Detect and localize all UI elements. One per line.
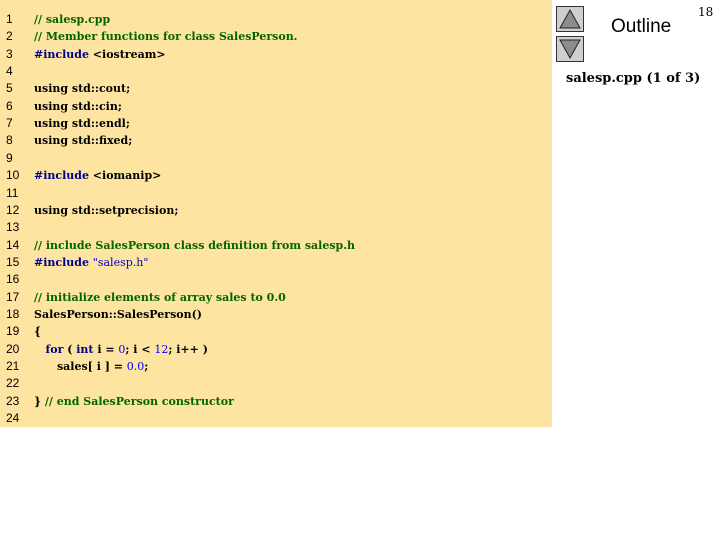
code-token: // Member functions for class SalesPerso… <box>34 30 298 44</box>
line-number: 14 <box>6 237 20 252</box>
code-token: i = <box>93 342 119 356</box>
code-token: #include <box>34 169 93 183</box>
line-number: 4 <box>6 64 13 79</box>
code-listing-panel: 1 // salesp.cpp 2 // Member functions for c… <box>0 0 552 427</box>
code-text: using std::cout; <box>34 80 130 97</box>
outline-next-button[interactable] <box>556 36 584 62</box>
code-text: // initialize elements of array sales to… <box>34 289 286 306</box>
code-token: ( <box>63 342 77 356</box>
code-token: 12 <box>154 342 169 356</box>
code-token: using std::cin; <box>34 99 122 113</box>
code-token: #include <box>34 47 93 61</box>
line-number: 24 <box>6 411 20 426</box>
code-token: using std::fixed; <box>34 134 133 148</box>
code-text: sales[ i ] = 0.0; <box>34 358 148 375</box>
code-token: sales[ i ] = <box>34 360 127 373</box>
code-token: <iomanip> <box>92 169 162 183</box>
line-number: 11 <box>6 185 19 200</box>
line-number: 1 <box>6 12 13 26</box>
outline-prev-button[interactable] <box>556 6 584 32</box>
code-token: using std::cout; <box>34 82 131 96</box>
outline-subtitle: salesp.cpp (1 of 3) <box>566 71 701 86</box>
line-number: 5 <box>6 81 13 96</box>
code-token: #include <box>34 255 93 269</box>
line-number: 2 <box>6 29 13 44</box>
code-text: #include <iostream> <box>34 46 166 63</box>
code-token: using std::endl; <box>34 117 130 131</box>
code-token: 0.0 <box>126 360 145 373</box>
code-text: #include <iomanip> <box>34 167 161 184</box>
code-token: { <box>34 325 42 339</box>
line-number: 21 <box>6 359 20 373</box>
code-token: SalesPerson::SalesPerson() <box>34 307 203 321</box>
slide-number: 18 <box>698 5 714 19</box>
code-text: #include "salesp.h" <box>34 254 148 271</box>
code-text: using std::fixed; <box>34 132 132 149</box>
code-token: int <box>76 342 94 356</box>
outline-title: Outline <box>611 16 672 37</box>
code-token: using std::setprecision; <box>34 203 179 217</box>
line-number: 22 <box>6 376 20 391</box>
line-number: 13 <box>6 220 20 235</box>
line-number: 7 <box>6 116 13 131</box>
code-text: using std::endl; <box>34 115 130 132</box>
code-text: } // end SalesPerson constructor <box>34 393 234 410</box>
line-number: 9 <box>6 150 13 165</box>
line-number: 8 <box>6 133 13 148</box>
line-number: 18 <box>6 306 20 321</box>
line-number: 6 <box>6 98 13 113</box>
triangle-up-icon <box>559 8 581 29</box>
code-token: ; i < <box>125 342 155 356</box>
code-text: // salesp.cpp <box>34 11 110 28</box>
code-text: // include SalesPerson class definition … <box>34 237 355 254</box>
code-token: } <box>34 394 45 408</box>
code-token: ; <box>144 360 149 373</box>
code-token: // include SalesPerson class definition … <box>34 238 356 252</box>
code-token: for <box>45 342 64 356</box>
code-text: using std::setprecision; <box>34 202 178 219</box>
code-token: <iostream> <box>92 47 166 61</box>
line-number: 12 <box>6 202 20 217</box>
code-token: // initialize elements of array sales to… <box>34 290 286 304</box>
line-number: 20 <box>6 341 20 356</box>
line-number: 23 <box>6 393 20 408</box>
line-number: 19 <box>6 324 20 339</box>
code-text: { <box>34 323 41 340</box>
code-token: "salesp.h" <box>92 255 149 269</box>
code-token: // salesp.cpp <box>34 13 111 26</box>
line-number: 3 <box>6 46 13 61</box>
code-text: // Member functions for class SalesPerso… <box>34 28 298 45</box>
code-token: // end SalesPerson constructor <box>44 394 234 408</box>
code-text: using std::cin; <box>34 98 122 115</box>
line-number: 10 <box>6 168 20 183</box>
line-number: 15 <box>6 254 20 269</box>
line-number: 16 <box>6 272 20 287</box>
triangle-down-icon <box>559 39 581 60</box>
code-text: SalesPerson::SalesPerson() <box>34 306 202 323</box>
code-token: ; i++ ) <box>168 342 208 356</box>
code-text: for ( int i = 0; i < 12; i++ ) <box>34 341 208 358</box>
line-number: 17 <box>6 289 20 304</box>
